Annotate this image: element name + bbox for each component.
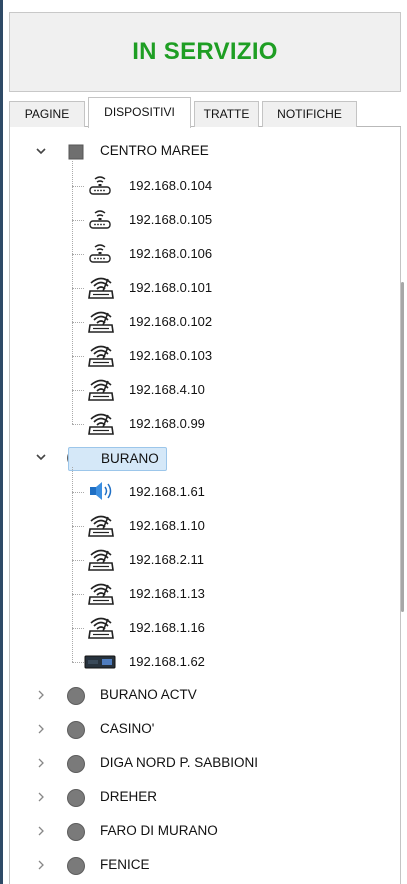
tree-group-item[interactable]: DREHER xyxy=(10,781,370,815)
tree-group-item[interactable]: FENICE xyxy=(10,849,370,883)
tree-connector xyxy=(72,356,84,357)
gray-circle-icon xyxy=(66,822,86,847)
tree-group-label: CENTRO MAREE xyxy=(100,143,209,158)
tree-device-item[interactable]: 192.168.1.10 xyxy=(10,509,370,543)
wifi-router-icon xyxy=(86,581,116,612)
device-ip-label: 192.168.0.104 xyxy=(129,178,213,193)
tree-connector xyxy=(72,560,84,561)
tree-group-label: DIGA NORD P. SABBIONI xyxy=(100,755,259,770)
tree-device-item[interactable]: 192.168.0.106 xyxy=(10,237,370,271)
scrollbar-thumb[interactable] xyxy=(401,282,404,612)
gray-circle-icon xyxy=(66,856,86,881)
tree-group-item[interactable]: CASINO' xyxy=(10,713,370,747)
device-ip-label: 192.168.0.102 xyxy=(129,314,213,329)
wifi-router-icon xyxy=(86,513,116,544)
speaker-icon xyxy=(86,479,116,508)
tree-connector xyxy=(72,322,84,323)
tree-connector xyxy=(72,594,84,595)
device-tree[interactable]: CENTRO MAREE 192.168.0.104 192.168.0.105 19… xyxy=(9,127,404,884)
device-ip-label: 192.168.0.103 xyxy=(129,348,213,363)
tree-connector xyxy=(72,288,84,289)
tree-connector xyxy=(72,220,84,221)
tree-connector xyxy=(72,492,84,493)
device-ip-label: 192.168.0.106 xyxy=(129,246,213,261)
tree-device-item[interactable]: 192.168.0.103 xyxy=(10,339,370,373)
tree-group-label: BURANO ACTV xyxy=(100,687,197,702)
tree-connector xyxy=(72,390,84,391)
network-device-icon xyxy=(86,173,114,202)
device-ip-label: 192.168.1.62 xyxy=(129,654,205,669)
tree-connector xyxy=(72,424,84,425)
tree-device-item[interactable]: 192.168.1.61 xyxy=(10,475,370,509)
tab-tratte[interactable]: TRATTE xyxy=(194,101,259,127)
tree-group-item[interactable]: DIGA NORD P. SABBIONI xyxy=(10,747,370,781)
tree-group-label: CASINO' xyxy=(100,721,155,736)
wifi-router-icon xyxy=(86,547,116,578)
tree-device-item[interactable]: 192.168.0.104 xyxy=(10,169,370,203)
tree-group-item[interactable]: FARO DI MURANO xyxy=(10,815,370,849)
gray-square-icon xyxy=(68,144,84,165)
gray-circle-icon xyxy=(66,686,86,711)
network-device-icon xyxy=(86,207,114,236)
tree-device-item[interactable]: 192.168.1.13 xyxy=(10,577,370,611)
tree-device-item[interactable]: 192.168.2.11 xyxy=(10,543,370,577)
tree-group-label: FARO DI MURANO xyxy=(100,823,218,838)
tree-device-item[interactable]: 192.168.0.101 xyxy=(10,271,370,305)
tab-dispositivi[interactable]: DISPOSITIVI xyxy=(88,97,191,128)
wifi-router-icon xyxy=(86,411,116,442)
chevron-right-icon[interactable] xyxy=(34,858,48,872)
tree-connector xyxy=(72,186,84,187)
gray-circle-icon xyxy=(66,788,86,813)
chevron-down-icon[interactable] xyxy=(34,450,48,464)
tree-connector xyxy=(72,662,84,663)
tree-device-item[interactable]: 192.168.0.99 xyxy=(10,407,370,441)
wifi-router-icon xyxy=(86,615,116,646)
chevron-right-icon[interactable] xyxy=(34,824,48,838)
wifi-router-icon xyxy=(86,275,116,306)
tree-group-item[interactable]: BURANO xyxy=(10,441,370,475)
device-ip-label: 192.168.1.10 xyxy=(129,518,205,533)
tree-device-item[interactable]: 192.168.0.102 xyxy=(10,305,370,339)
tree-device-item[interactable]: 192.168.1.62 xyxy=(10,645,370,679)
window-left-edge xyxy=(0,0,3,884)
tree-group-label: FENICE xyxy=(100,857,150,872)
tree-device-item[interactable]: 192.168.1.16 xyxy=(10,611,370,645)
network-device-icon xyxy=(86,241,114,270)
tab-bar: PAGINE DISPOSITIVI TRATTE NOTIFICHE xyxy=(9,97,401,128)
tree-group-label: DREHER xyxy=(100,789,158,804)
tree-connector xyxy=(72,254,84,255)
tree-vertical-connector xyxy=(72,467,73,662)
gray-circle-icon xyxy=(66,720,86,745)
status-panel: IN SERVIZIO xyxy=(9,12,401,92)
device-ip-label: 192.168.1.16 xyxy=(129,620,205,635)
status-text: IN SERVIZIO xyxy=(132,38,278,65)
tree-vertical-connector xyxy=(72,161,73,424)
chevron-right-icon[interactable] xyxy=(34,722,48,736)
gray-circle-icon xyxy=(66,754,86,779)
tree-device-item[interactable]: 192.168.0.105 xyxy=(10,203,370,237)
tree-device-item[interactable]: 192.168.4.10 xyxy=(10,373,370,407)
chevron-down-icon[interactable] xyxy=(34,144,48,158)
display-panel-icon xyxy=(84,655,116,674)
device-ip-label: 192.168.2.11 xyxy=(129,552,204,567)
device-ip-label: 192.168.4.10 xyxy=(129,382,205,397)
tab-notifiche[interactable]: NOTIFICHE xyxy=(262,101,357,127)
chevron-right-icon[interactable] xyxy=(34,790,48,804)
wifi-router-icon xyxy=(86,309,116,340)
tree-group-item[interactable]: CENTRO MAREE xyxy=(10,135,370,169)
device-ip-label: 192.168.0.99 xyxy=(129,416,205,431)
tab-pagine[interactable]: PAGINE xyxy=(9,101,85,127)
tree-group-label: BURANO xyxy=(68,447,167,471)
device-ip-label: 192.168.0.105 xyxy=(129,212,213,227)
tree-group-item[interactable]: BURANO ACTV xyxy=(10,679,370,713)
device-ip-label: 192.168.1.61 xyxy=(129,484,205,499)
chevron-right-icon[interactable] xyxy=(34,756,48,770)
chevron-right-icon[interactable] xyxy=(34,688,48,702)
tree-connector xyxy=(72,526,84,527)
device-ip-label: 192.168.1.13 xyxy=(129,586,205,601)
wifi-router-icon xyxy=(86,343,116,374)
tree-connector xyxy=(72,628,84,629)
wifi-router-icon xyxy=(86,377,116,408)
device-ip-label: 192.168.0.101 xyxy=(129,280,213,295)
